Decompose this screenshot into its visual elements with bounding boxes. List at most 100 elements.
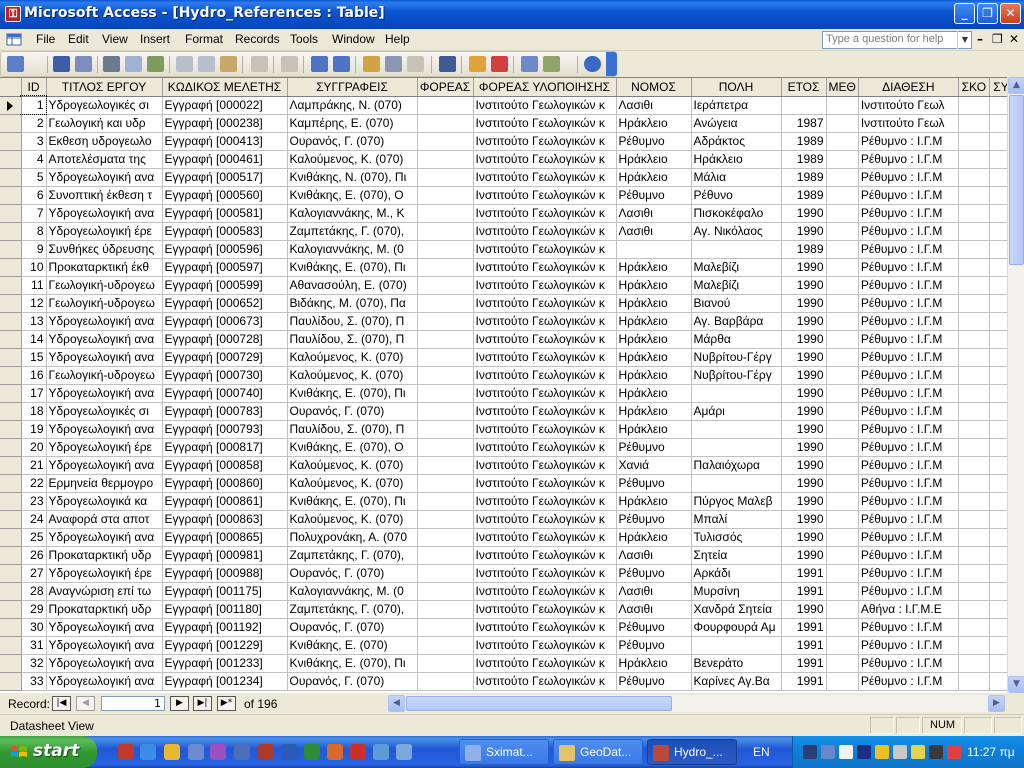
table-cell[interactable]: 1	[20, 95, 47, 115]
table-cell[interactable]: 21	[21, 456, 47, 475]
menu-format[interactable]: Format	[181, 32, 227, 46]
table-cell[interactable]: Καμπέρης, Ε. (070)	[287, 114, 418, 133]
table-cell[interactable]	[417, 114, 474, 133]
table-cell[interactable]: Ρέθυμνο : Ι.Γ.Μ	[858, 168, 959, 187]
table-cell[interactable]: Ρέθυμνο	[616, 618, 692, 637]
table-cell[interactable]: Ρέθυμνο : Ι.Γ.Μ	[858, 492, 959, 511]
table-cell[interactable]	[826, 474, 859, 493]
row-selector[interactable]	[0, 600, 22, 619]
table-cell[interactable]	[958, 456, 990, 475]
table-cell[interactable]	[417, 654, 474, 673]
table-cell[interactable]	[826, 654, 859, 673]
table-cell[interactable]: Εγγραφή [000740]	[162, 384, 288, 403]
table-cell[interactable]: Ρέθυμνο : Ι.Γ.Μ	[858, 132, 959, 151]
row-selector[interactable]	[0, 510, 22, 529]
table-cell[interactable]: 1990	[781, 438, 827, 457]
table-row[interactable]: 3 Εκθεση υδρογεωλο Εγγραφή [000413] Ουρανός…	[0, 132, 1022, 151]
table-cell[interactable]: 9	[21, 240, 47, 259]
table-cell[interactable]: Προκαταρκτική έκθ	[46, 258, 163, 277]
table-cell[interactable]: Ινστιτούτο Γεωλογικών κ	[473, 240, 617, 259]
table-cell[interactable]	[958, 600, 990, 619]
table-row[interactable]: 29 Προκαταρκτική υδρ Εγγραφή [001180] Ζαμπε…	[0, 600, 1022, 619]
restore-button[interactable]: ❐	[977, 3, 998, 24]
table-cell[interactable]: Ρέθυμνο : Ι.Γ.Μ	[858, 366, 959, 385]
table-cell[interactable]	[958, 366, 990, 385]
column-header[interactable]: ΤΙΤΛΟΣ ΕΡΓΟΥ	[46, 78, 163, 97]
table-cell[interactable]	[958, 420, 990, 439]
table-cell[interactable]: Ινστιτούτο Γεωλογικών κ	[473, 114, 617, 133]
filter-by-selection-icon[interactable]	[363, 56, 380, 72]
table-cell[interactable]: Εγγραφή [000581]	[162, 204, 288, 223]
menu-tools[interactable]: Tools	[286, 32, 322, 46]
table-cell[interactable]: Υδρογεωλογικές σι	[46, 96, 163, 115]
table-cell[interactable]	[826, 492, 859, 511]
table-cell[interactable]	[958, 222, 990, 241]
table-cell[interactable]: Υδρογεωλογική ανα	[46, 312, 163, 331]
table-cell[interactable]: Ινστιτούτο Γεωλογικών κ	[473, 528, 617, 547]
column-header[interactable]: ΜΕΘ	[826, 78, 859, 97]
table-cell[interactable]: Ρέθυμνο : Ι.Γ.Μ	[858, 186, 959, 205]
table-cell[interactable]	[826, 402, 859, 421]
table-cell[interactable]	[691, 438, 782, 457]
table-row[interactable]: 24 Αναφορά στα αποτ Εγγραφή [000863] Καλούμ…	[0, 510, 1022, 529]
table-cell[interactable]: Ουρανός, Γ. (070)	[287, 132, 418, 151]
table-cell[interactable]: 24	[21, 510, 47, 529]
row-selector[interactable]	[0, 294, 22, 313]
table-cell[interactable]: Ιεράπετρα	[691, 96, 782, 115]
table-cell[interactable]: Εγγραφή [000981]	[162, 546, 288, 565]
menu-view[interactable]: View	[98, 32, 132, 46]
table-cell[interactable]: 22	[21, 474, 47, 493]
table-row[interactable]: 26 Προκαταρκτική υδρ Εγγραφή [000981] Ζαμπε…	[0, 546, 1022, 565]
table-cell[interactable]	[417, 618, 474, 637]
table-cell[interactable]: Υδρογεωλογική έρε	[46, 222, 163, 241]
table-cell[interactable]	[826, 348, 859, 367]
table-cell[interactable]	[826, 420, 859, 439]
table-cell[interactable]: Εγγραφή [000461]	[162, 150, 288, 169]
table-cell[interactable]	[958, 528, 990, 547]
column-header[interactable]: ΝΟΜΟΣ	[616, 78, 692, 97]
table-cell[interactable]: Υδρογεωλογική ανα	[46, 672, 163, 691]
row-selector[interactable]	[0, 528, 22, 547]
search-file-icon[interactable]	[75, 56, 92, 72]
new-record-nav-icon[interactable]: ▶*	[217, 696, 236, 711]
table-cell[interactable]: Ηράκλειο	[616, 168, 692, 187]
table-cell[interactable]: Υδρογεωλογική ανα	[46, 456, 163, 475]
find-icon[interactable]	[439, 56, 456, 72]
table-cell[interactable]: Ρέθυμνο : Ι.Γ.Μ	[858, 312, 959, 331]
row-selector[interactable]	[0, 204, 22, 223]
table-cell[interactable]	[958, 402, 990, 421]
table-cell[interactable]: Βιανού	[691, 294, 782, 313]
table-cell[interactable]: Ρέθυμνο : Ι.Γ.Μ	[858, 528, 959, 547]
table-cell[interactable]: 23	[21, 492, 47, 511]
column-header[interactable]: ΚΩΔΙΚΟΣ ΜΕΛΕΤΗΣ	[162, 78, 288, 97]
table-cell[interactable]: Μπαλί	[691, 510, 782, 529]
table-cell[interactable]: 12	[21, 294, 47, 313]
table-cell[interactable]	[417, 420, 474, 439]
table-cell[interactable]	[691, 636, 782, 655]
table-cell[interactable]: 7	[21, 204, 47, 223]
table-cell[interactable]	[958, 348, 990, 367]
table-cell[interactable]	[417, 510, 474, 529]
table-cell[interactable]: Εγγραφή [001175]	[162, 582, 288, 601]
quicklaunch-app-icon[interactable]	[396, 744, 412, 760]
table-cell[interactable]: Ινστιτούτο Γεωλογικών κ	[473, 636, 617, 655]
table-cell[interactable]: Ρέθυμνο	[616, 186, 692, 205]
table-cell[interactable]: 20	[21, 438, 47, 457]
table-cell[interactable]: Εγγραφή [000652]	[162, 294, 288, 313]
table-cell[interactable]: Καρίνες Αγ.Βα	[691, 672, 782, 691]
table-cell[interactable]: Ρέθυμνο : Ι.Γ.Μ	[858, 456, 959, 475]
table-cell[interactable]: Κνιθάκης, Ν. (070), Πι	[287, 168, 418, 187]
table-cell[interactable]	[826, 456, 859, 475]
table-cell[interactable]: Μυρσίνη	[691, 582, 782, 601]
table-cell[interactable]	[417, 564, 474, 583]
table-row[interactable]: 13 Υδρογεωλογική ανα Εγγραφή [000673] Παυλί…	[0, 312, 1022, 331]
table-cell[interactable]: 13	[21, 312, 47, 331]
table-cell[interactable]: Ινστιτούτο Γεωλογικών κ	[473, 654, 617, 673]
table-row[interactable]: 19 Υδρογεωλογική ανα Εγγραφή [000793] Παυλί…	[0, 420, 1022, 439]
table-cell[interactable]	[826, 528, 859, 547]
row-selector[interactable]	[0, 240, 22, 259]
table-cell[interactable]: Ρέθυμνο : Ι.Γ.Μ	[858, 636, 959, 655]
table-cell[interactable]: Κνιθάκης, Ε. (070), Πι	[287, 258, 418, 277]
table-cell[interactable]: 31	[21, 636, 47, 655]
table-cell[interactable]: 1990	[781, 492, 827, 511]
